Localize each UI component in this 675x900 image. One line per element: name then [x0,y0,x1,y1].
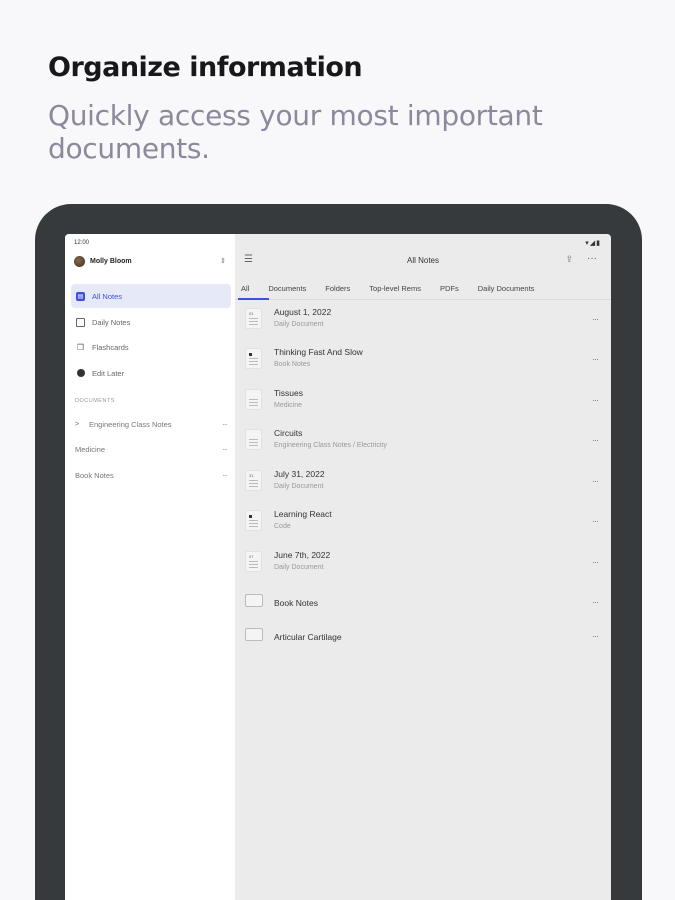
more-icon[interactable]: ··· [592,597,599,607]
sidebar-item-flashcards[interactable]: ❐ Flashcards [71,335,231,359]
document-item[interactable]: > Engineering Class Notes ··· [75,415,228,433]
document-item[interactable]: Medicine ··· [75,440,228,458]
user-name: Molly Bloom [90,257,132,265]
note-subtitle: Medicine [274,402,303,409]
list-item[interactable]: 01 August 1, 2022 Daily Document ··· [235,301,611,337]
note-title: Tissues [274,388,303,398]
more-icon[interactable]: ··· [592,476,599,486]
document-label: Book Notes [75,470,114,480]
thumb-number: 07 [249,554,254,559]
flashcards-icon: ❐ [76,342,85,352]
more-icon[interactable]: ··· [592,631,599,641]
document-icon [245,429,262,450]
status-time: 12:00 [74,240,90,246]
note-title: June 7th, 2022 [274,550,331,560]
sidebar: 12:00 Molly Bloom ⇕ ▤ All Notes Daily No… [65,234,235,900]
tablet-screen: 12:00 Molly Bloom ⇕ ▤ All Notes Daily No… [65,234,611,900]
daily-document-icon: 07 [245,551,262,572]
document-icon [245,510,262,531]
user-switcher[interactable]: Molly Bloom ⇕ [74,253,226,269]
sidebar-item-label: All Notes [92,291,123,301]
document-item[interactable]: Book Notes ··· [75,466,228,484]
more-icon[interactable]: ··· [592,516,599,526]
note-subtitle: Engineering Class Notes / Electricity [274,442,387,449]
main-panel: ▾◢▮ ☰ All Notes ⇪ ··· All Documents Fold… [235,234,611,900]
tab-documents[interactable]: Documents [268,278,306,300]
note-subtitle: Daily Document [274,321,324,328]
note-title: Book Notes [274,598,318,608]
note-title: July 31, 2022 [274,469,325,479]
note-title: Thinking Fast And Slow [274,347,363,357]
documents-section-label: DOCUMENTS [75,398,115,404]
document-label: Medicine [75,444,106,454]
filter-tabs: All Documents Folders Top-level Rems PDF… [235,278,611,300]
more-icon[interactable]: ··· [587,253,597,264]
status-icons: ▾◢▮ [585,240,601,247]
more-icon[interactable]: ··· [592,557,599,567]
more-icon[interactable]: ··· [592,314,599,324]
thumb-number: 01 [249,311,254,316]
sidebar-item-edit-later[interactable]: Edit Later [71,361,231,385]
tab-pdfs[interactable]: PDFs [440,278,459,300]
more-icon[interactable]: ··· [592,395,599,405]
tab-top-level-rems[interactable]: Top-level Rems [369,278,421,300]
note-subtitle: Daily Document [274,564,324,571]
tab-all[interactable]: All [237,278,271,300]
list-item[interactable]: Learning React Code ··· [235,503,611,539]
tab-daily-documents[interactable]: Daily Documents [478,278,535,300]
note-title: Learning React [274,509,332,519]
note-title: Articular Cartilage [274,632,342,642]
chevron-updown-icon: ⇕ [220,258,226,265]
sidebar-item-label: Daily Notes [92,317,131,327]
more-icon[interactable]: ··· [592,354,599,364]
list-item[interactable]: 07 June 7th, 2022 Daily Document ··· [235,544,611,580]
folder-icon [245,628,263,641]
sidebar-item-daily-notes[interactable]: Daily Notes [71,310,231,334]
daily-document-icon: 01 [245,308,262,329]
sidebar-item-all-notes[interactable]: ▤ All Notes [71,284,231,308]
share-icon[interactable]: ⇪ [565,254,573,265]
sidebar-item-label: Flashcards [92,342,129,352]
tab-folders[interactable]: Folders [325,278,350,300]
avatar [74,255,85,267]
more-icon[interactable]: ··· [592,435,599,445]
edit-later-icon [76,369,85,378]
list-item[interactable]: Book Notes ··· [235,584,611,620]
thumb-number: 31 [249,473,254,478]
document-icon [245,389,262,410]
promo-headline: Organize information [48,52,363,83]
note-subtitle: Book Notes [274,361,311,368]
page-title: All Notes [406,256,439,265]
calendar-icon [76,317,85,327]
list-item[interactable]: Articular Cartilage ··· [235,618,611,654]
sidebar-item-label: Edit Later [92,368,125,378]
folder-icon [245,594,263,607]
daily-document-icon: 31 [245,470,262,491]
note-subtitle: Code [274,523,291,530]
more-icon[interactable]: ··· [222,471,228,480]
chevron-right-icon[interactable]: > [75,421,89,428]
promo-subline: Quickly access your most important docum… [48,99,543,165]
note-title: August 1, 2022 [274,307,332,317]
document-label: Engineering Class Notes [89,419,172,429]
list-item[interactable]: Tissues Medicine ··· [235,382,611,418]
note-subtitle: Daily Document [274,483,324,490]
document-icon [245,348,262,369]
all-notes-icon: ▤ [76,291,85,301]
more-icon[interactable]: ··· [222,445,228,454]
list-item[interactable]: 31 July 31, 2022 Daily Document ··· [235,463,611,499]
more-icon[interactable]: ··· [222,420,228,429]
list-item[interactable]: Circuits Engineering Class Notes / Electr… [235,422,611,458]
note-title: Circuits [274,428,303,438]
list-item[interactable]: Thinking Fast And Slow Book Notes ··· [235,341,611,377]
